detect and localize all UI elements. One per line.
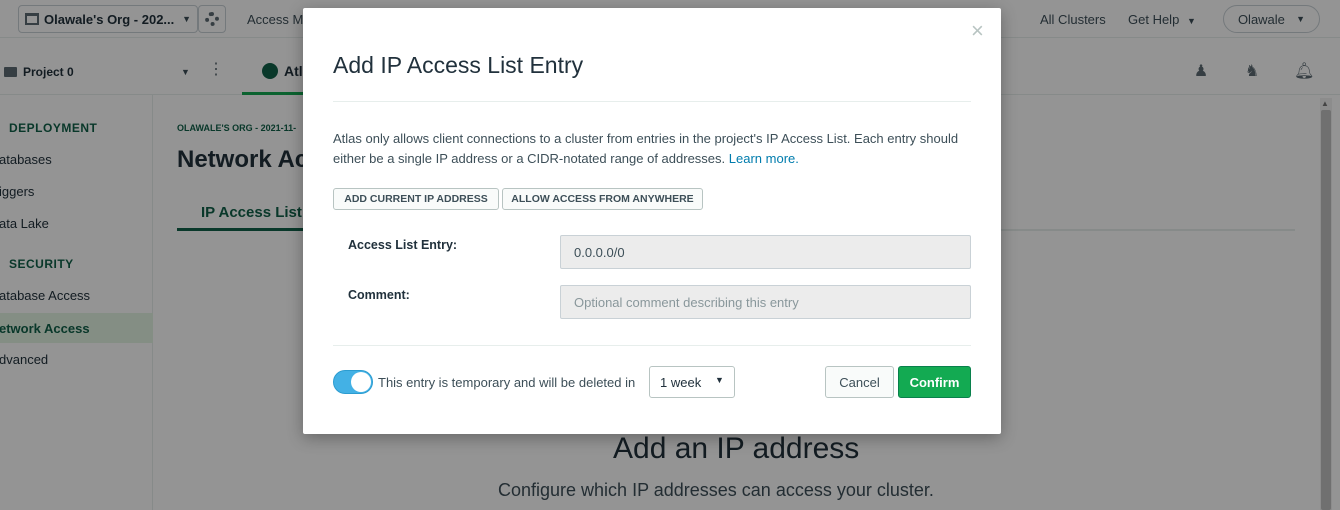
temporary-entry-label: This entry is temporary and will be dele…: [378, 375, 636, 390]
temporary-entry-toggle[interactable]: [333, 370, 373, 394]
confirm-button[interactable]: Confirm: [898, 366, 971, 398]
modal-title: Add IP Access List Entry: [333, 52, 584, 78]
toggle-knob: [351, 372, 371, 392]
duration-select[interactable]: 1 week ▼: [649, 366, 735, 398]
duration-value: 1 week: [660, 374, 702, 390]
access-list-entry-label: Access List Entry:: [348, 238, 458, 252]
learn-more-link[interactable]: Learn more.: [729, 151, 799, 166]
close-icon[interactable]: ×: [971, 20, 984, 42]
comment-input[interactable]: [560, 285, 971, 319]
description-text: Atlas only allows client connections to …: [333, 131, 959, 166]
divider: [333, 345, 971, 346]
allow-access-anywhere-button[interactable]: ALLOW ACCESS FROM ANYWHERE: [502, 188, 703, 210]
comment-label: Comment:: [348, 288, 410, 302]
caret-down-icon: ▼: [715, 375, 724, 385]
add-ip-access-modal: × Add IP Access List Entry Atlas only al…: [303, 8, 1001, 434]
divider: [333, 101, 971, 102]
cancel-button[interactable]: Cancel: [825, 366, 894, 398]
modal-description: Atlas only allows client connections to …: [333, 129, 973, 169]
access-list-entry-input[interactable]: [560, 235, 971, 269]
add-current-ip-button[interactable]: ADD CURRENT IP ADDRESS: [333, 188, 499, 210]
